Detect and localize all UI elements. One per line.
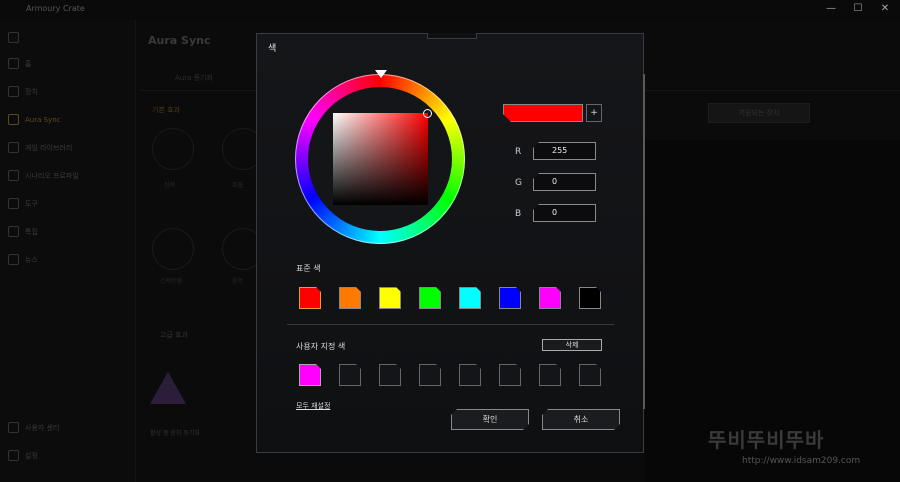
standard-color-swatch[interactable] — [299, 287, 321, 309]
custom-colors-label: 사용자 지정 색 — [296, 342, 346, 351]
custom-color-swatch[interactable] — [339, 364, 361, 386]
standard-color-swatch[interactable] — [339, 287, 361, 309]
current-color-preview — [503, 104, 583, 122]
r-input[interactable]: 255 — [533, 142, 596, 160]
standard-color-swatch[interactable] — [579, 287, 601, 309]
effect-spectrum-icon[interactable] — [152, 228, 194, 270]
b-input[interactable]: 0 — [533, 204, 596, 222]
sidebar-item-label: 설정 — [25, 451, 38, 460]
custom-color-swatch[interactable] — [499, 364, 521, 386]
sidebar-item-game-library[interactable]: 게임 라이브러리 — [8, 142, 72, 153]
dialog-notch — [427, 33, 477, 39]
sidebar-item-label: 홈 — [25, 59, 32, 68]
divider — [287, 324, 614, 325]
sidebar-item-scenario[interactable]: 시나리오 프로파일 — [8, 170, 79, 181]
sidebar-item-news[interactable]: 뉴스 — [8, 254, 38, 265]
effect-label: 음악 — [232, 278, 244, 285]
sidebar-item-home[interactable]: 홈 — [8, 58, 31, 69]
sidebar: 홈 장치 Aura Sync 게임 라이브러리 시나리오 프로파일 도구 특집 … — [0, 20, 136, 482]
effect-label: 정적 — [164, 182, 176, 189]
aura-logo — [150, 372, 186, 404]
sidebar-item-tools[interactable]: 도구 — [8, 198, 38, 209]
ok-button[interactable]: 확인 — [451, 409, 529, 430]
color-picker-cursor[interactable] — [423, 109, 432, 118]
cancel-button[interactable]: 취소 — [542, 409, 620, 430]
custom-color-swatch[interactable] — [419, 364, 441, 386]
standard-colors-label: 표준 색 — [296, 264, 321, 273]
device-icon — [8, 86, 19, 97]
user-icon — [8, 422, 19, 433]
effect-label: 호흡 — [232, 182, 244, 189]
supported-devices-button[interactable]: 지원되는 장치 — [708, 103, 810, 123]
custom-color-swatch[interactable] — [539, 364, 561, 386]
scenario-icon — [8, 170, 19, 181]
standard-color-swatch[interactable] — [539, 287, 561, 309]
tools-icon — [8, 198, 19, 209]
custom-color-swatch[interactable] — [459, 364, 481, 386]
library-icon — [8, 142, 19, 153]
menu-icon[interactable] — [8, 32, 19, 43]
watermark-text: 뚜비뚜비뚜바 — [708, 428, 825, 452]
delete-button[interactable]: 삭제 — [542, 339, 602, 351]
home-icon — [8, 58, 19, 69]
standard-color-swatch[interactable] — [459, 287, 481, 309]
standard-color-swatch[interactable] — [379, 287, 401, 309]
b-label: B — [515, 209, 522, 219]
dialog-title: 색 — [268, 44, 277, 54]
r-label: R — [515, 147, 522, 157]
news-icon — [8, 254, 19, 265]
sync-status-text: 활성 중 장치 동기화 — [150, 430, 200, 437]
effect-label: 스펙트럼 — [160, 278, 183, 285]
sidebar-item-label: 게임 라이브러리 — [25, 143, 73, 152]
color-dialog: 색 + R 255 G 0 B 0 표준 색 사용자 지정 색 삭제 모두 재설… — [256, 33, 645, 453]
section-basic-effects: 기본 효과 — [152, 106, 180, 114]
sidebar-item-label: 사용자 센터 — [25, 423, 60, 432]
add-color-button[interactable]: + — [586, 104, 602, 122]
custom-color-swatch[interactable] — [579, 364, 601, 386]
reset-all-link[interactable]: 모두 재설정 — [296, 401, 330, 411]
saturation-value-picker[interactable] — [333, 113, 428, 205]
featured-icon — [8, 226, 19, 237]
title-bar: Armoury Crate — ☐ ✕ — [0, 0, 900, 20]
watermark-url: http://www.idsam209.com — [742, 456, 861, 466]
sidebar-item-label: 뉴스 — [25, 255, 38, 264]
custom-color-swatch[interactable] — [379, 364, 401, 386]
sidebar-item-label: 특집 — [25, 227, 38, 236]
sidebar-item-aura-sync[interactable]: Aura Sync — [8, 114, 61, 125]
page-title: Aura Sync — [148, 34, 211, 47]
sidebar-item-label: Aura Sync — [25, 115, 61, 124]
aura-icon — [8, 114, 19, 125]
sidebar-item-devices[interactable]: 장치 — [8, 86, 38, 97]
g-label: G — [515, 178, 522, 188]
hamburger-icon — [8, 32, 19, 43]
section-advanced-effects: 고급 효과 — [160, 331, 188, 339]
gear-icon — [8, 450, 19, 461]
custom-color-swatch[interactable] — [299, 364, 321, 386]
app-title: Armoury Crate — [26, 4, 85, 13]
hue-pointer-icon[interactable] — [375, 70, 387, 78]
maximize-button[interactable]: ☐ — [851, 3, 865, 14]
sidebar-item-label: 시나리오 프로파일 — [25, 171, 79, 180]
sidebar-item-user-center[interactable]: 사용자 센터 — [8, 422, 59, 433]
minimize-button[interactable]: — — [824, 3, 838, 14]
sidebar-item-featured[interactable]: 특집 — [8, 226, 38, 237]
standard-color-swatch[interactable] — [499, 287, 521, 309]
sidebar-item-settings[interactable]: 설정 — [8, 450, 38, 461]
standard-color-swatch[interactable] — [419, 287, 441, 309]
g-input[interactable]: 0 — [533, 173, 596, 191]
scrollbar[interactable] — [643, 74, 645, 409]
close-button[interactable]: ✕ — [878, 3, 892, 14]
effect-static-icon[interactable] — [152, 128, 194, 170]
sidebar-item-label: 도구 — [25, 199, 38, 208]
sidebar-item-label: 장치 — [25, 87, 38, 96]
tab-aura-sync[interactable]: Aura 동기화 — [175, 73, 213, 83]
